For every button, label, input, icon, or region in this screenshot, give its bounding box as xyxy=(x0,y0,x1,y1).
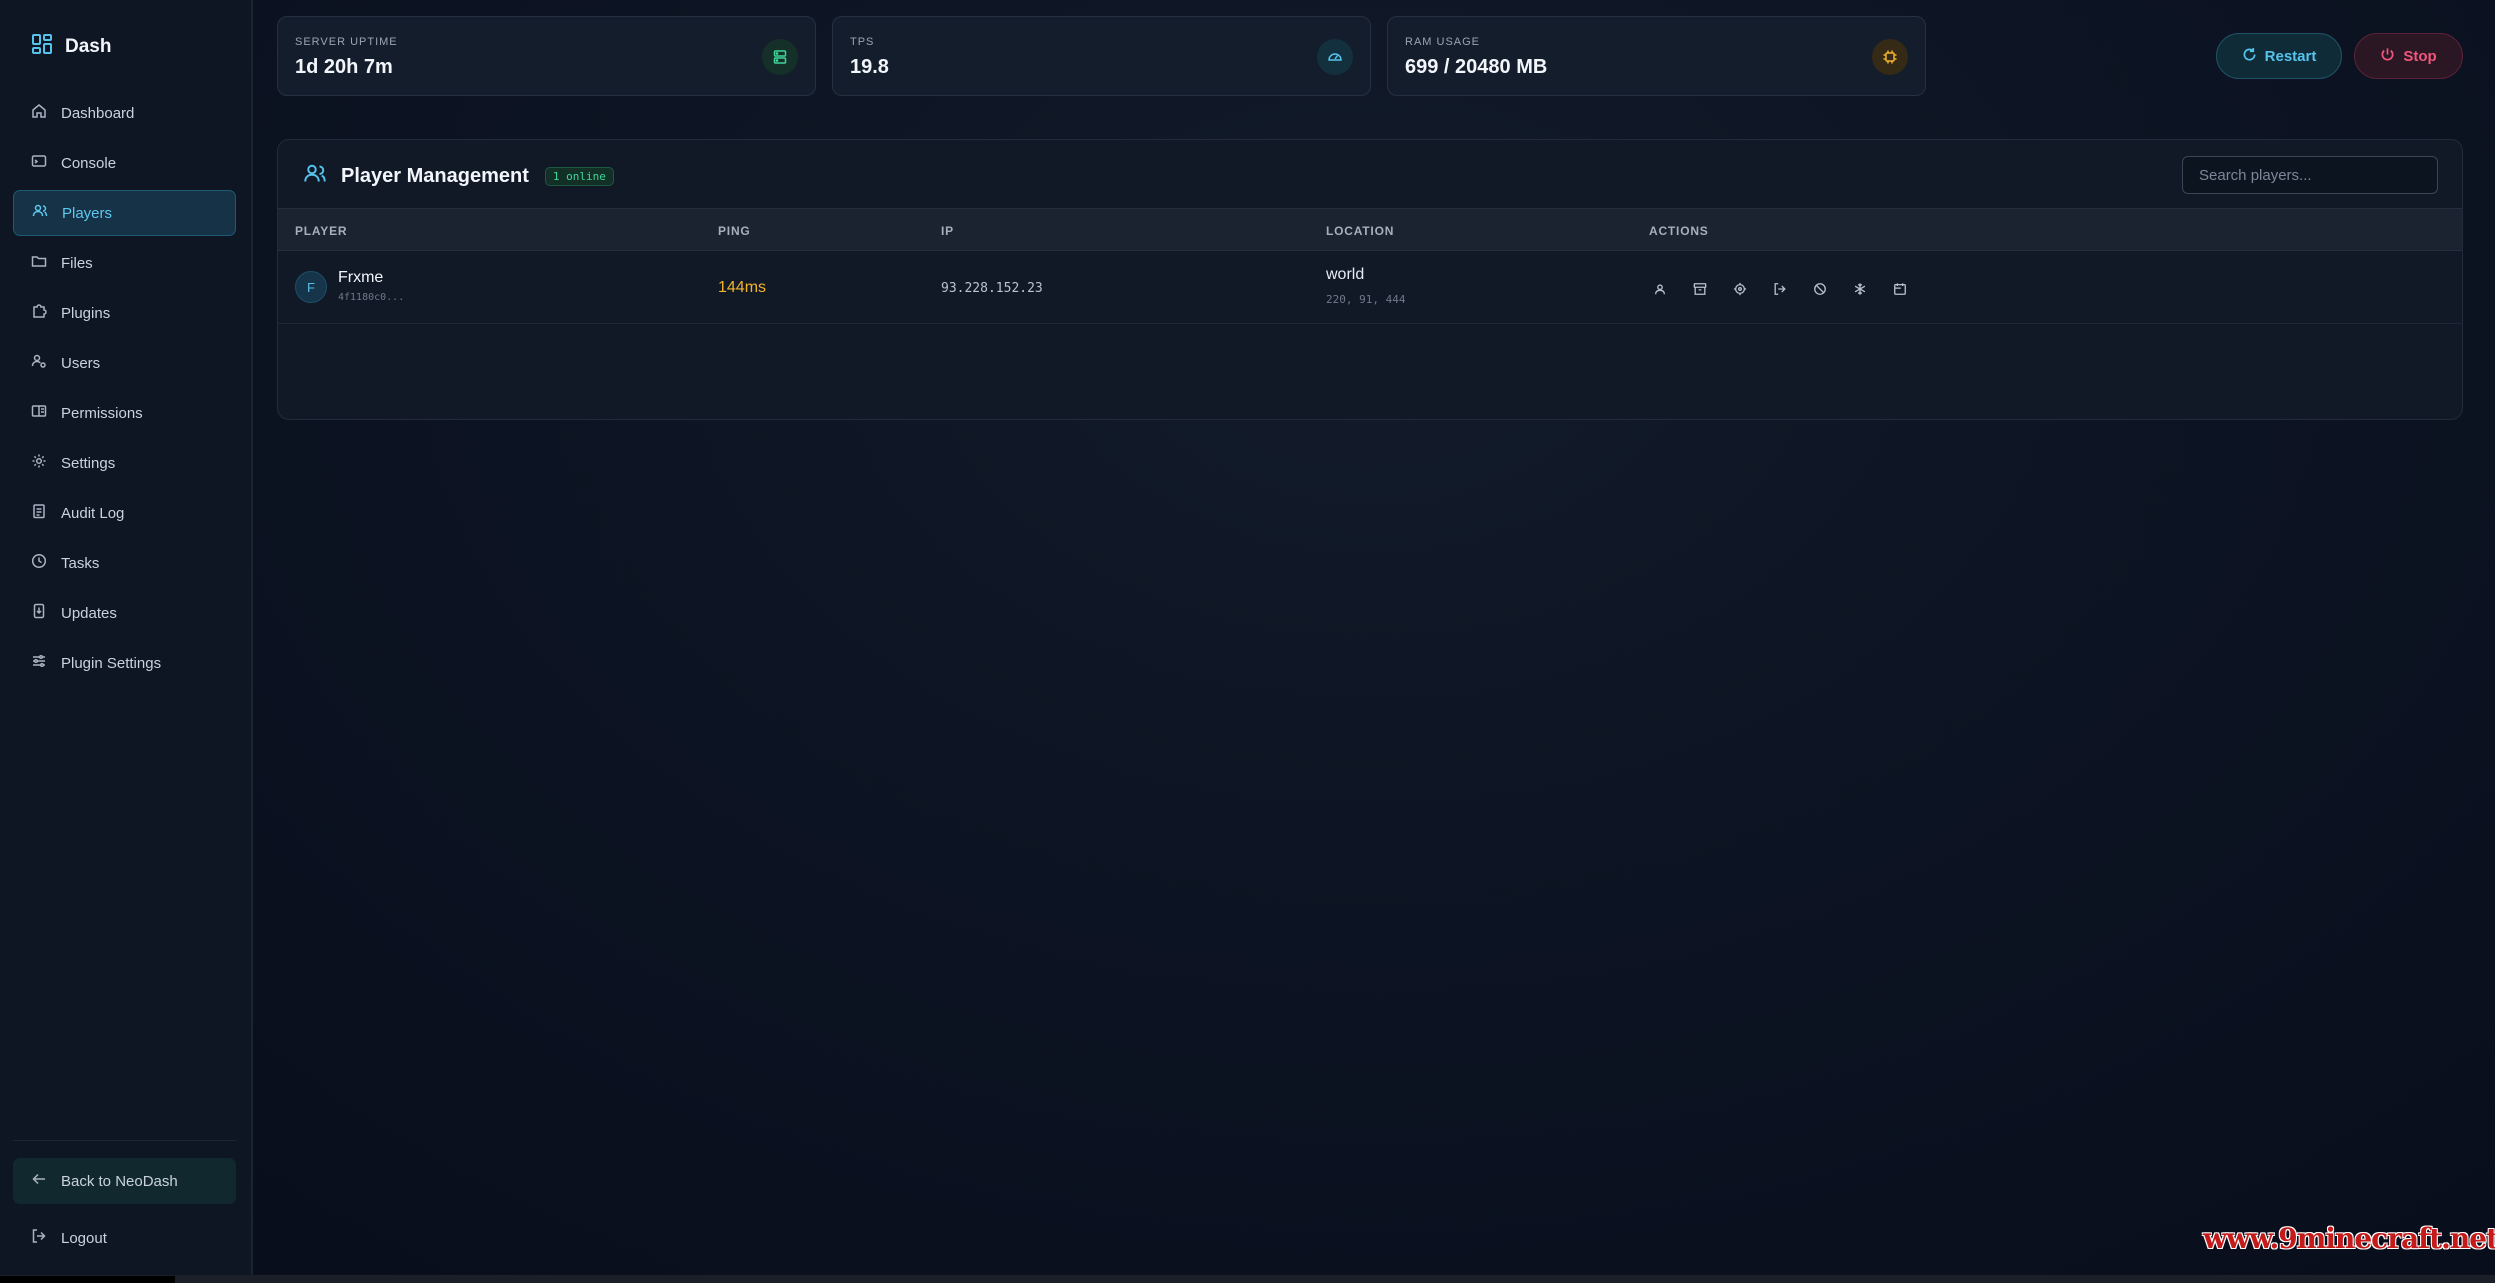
sidebar-item-label: Console xyxy=(61,154,117,172)
brand[interactable]: Dash xyxy=(31,33,111,60)
stop-label: Stop xyxy=(2403,47,2437,65)
panel-header: Player Management 1 online xyxy=(303,162,614,191)
column-header-ip: IP xyxy=(941,224,954,238)
row-actions xyxy=(1646,275,1914,303)
sidebar-item-plugins[interactable]: Plugins xyxy=(13,290,236,336)
restart-label: Restart xyxy=(2264,47,2317,65)
gear-icon xyxy=(31,453,47,473)
column-header-actions: ACTIONS xyxy=(1649,224,1709,238)
sidebar-item-audit-log[interactable]: Audit Log xyxy=(13,490,236,536)
teleport-icon[interactable] xyxy=(1726,275,1754,303)
panel-title: Player Management xyxy=(341,165,529,187)
refresh-icon xyxy=(2242,47,2257,66)
stat-label: SERVER UPTIME xyxy=(295,36,398,48)
sidebar-item-files[interactable]: Files xyxy=(13,240,236,286)
terminal-icon xyxy=(31,153,47,173)
sidebar-item-label: Dashboard xyxy=(61,104,135,122)
user-cog-icon xyxy=(31,353,47,373)
sidebar: Dash Dashboard Console Players Files Plu… xyxy=(0,0,253,1275)
sidebar-item-users[interactable]: Users xyxy=(13,340,236,386)
sidebar-nav: Dashboard Console Players Files Plugins … xyxy=(13,90,236,690)
player-management-panel: Player Management 1 online PLAYER PING I… xyxy=(277,139,2463,420)
player-name: Frxme xyxy=(338,269,384,286)
player-ping: 144ms xyxy=(718,279,767,296)
search-players-input[interactable] xyxy=(2182,156,2438,194)
gamemode-icon[interactable] xyxy=(1886,275,1914,303)
stat-value: 699 / 20480 MB xyxy=(1405,56,1548,78)
sidebar-item-tasks[interactable]: Tasks xyxy=(13,540,236,586)
cpu-icon xyxy=(1872,39,1908,75)
dashboard-grid-icon xyxy=(31,33,53,60)
avatar: F xyxy=(295,271,327,303)
horizontal-scrollbar[interactable] xyxy=(0,1276,175,1283)
online-count-badge: 1 online xyxy=(544,167,614,186)
profile-icon[interactable] xyxy=(1646,275,1674,303)
back-to-neodash-button[interactable]: Back to NeoDash xyxy=(13,1158,236,1204)
restart-button[interactable]: Restart xyxy=(2216,33,2342,79)
column-header-location: LOCATION xyxy=(1326,224,1395,238)
sidebar-item-label: Files xyxy=(61,254,93,272)
watermark: www.9minecraft.net xyxy=(2203,1222,2495,1255)
clipboard-icon xyxy=(31,503,47,523)
freeze-icon[interactable] xyxy=(1846,275,1874,303)
arrow-left-icon xyxy=(31,1171,47,1191)
sidebar-item-console[interactable]: Console xyxy=(13,140,236,186)
download-icon xyxy=(31,603,47,623)
users-icon xyxy=(32,203,48,223)
sidebar-item-label: Plugins xyxy=(61,304,111,322)
power-icon xyxy=(2380,47,2395,66)
player-ip: 93.228.152.23 xyxy=(941,281,1043,296)
sidebar-item-label: Updates xyxy=(61,604,117,622)
sidebar-item-label: Players xyxy=(62,204,113,222)
table-header: PLAYER PING IP LOCATION ACTIONS xyxy=(278,208,2462,251)
folder-icon xyxy=(31,253,47,273)
kick-icon[interactable] xyxy=(1766,275,1794,303)
logout-label: Logout xyxy=(61,1229,107,1247)
puzzle-icon xyxy=(31,303,47,323)
player-uuid: 4f1180c0... xyxy=(338,292,405,303)
sidebar-item-label: Plugin Settings xyxy=(61,654,162,672)
sidebar-item-label: Audit Log xyxy=(61,504,125,522)
logout-icon xyxy=(31,1228,47,1248)
sidebar-item-label: Users xyxy=(61,354,101,372)
table-row[interactable]: F Frxme 4f1180c0... 144ms 93.228.152.23 … xyxy=(278,250,2462,324)
player-coords: 220, 91, 444 xyxy=(1326,293,1406,306)
home-icon xyxy=(31,103,47,123)
sidebar-item-label: Tasks xyxy=(61,554,100,572)
sidebar-item-permissions[interactable]: Permissions xyxy=(13,390,236,436)
clock-icon xyxy=(31,553,47,573)
stat-card-uptime: SERVER UPTIME 1d 20h 7m xyxy=(277,16,816,96)
sidebar-item-plugin-settings[interactable]: Plugin Settings xyxy=(13,640,236,686)
sidebar-item-updates[interactable]: Updates xyxy=(13,590,236,636)
column-header-ping: PING xyxy=(718,224,751,238)
users-icon xyxy=(303,162,327,191)
server-icon xyxy=(762,39,798,75)
back-label: Back to NeoDash xyxy=(61,1172,178,1190)
ban-icon[interactable] xyxy=(1806,275,1834,303)
sidebar-item-players[interactable]: Players xyxy=(13,190,236,236)
sidebar-divider xyxy=(13,1140,236,1141)
stop-button[interactable]: Stop xyxy=(2354,33,2463,79)
column-header-player: PLAYER xyxy=(295,224,348,238)
brand-title: Dash xyxy=(65,35,112,57)
logout-button[interactable]: Logout xyxy=(13,1215,236,1261)
gauge-icon xyxy=(1317,39,1353,75)
player-world: world xyxy=(1326,266,1365,283)
sliders-icon xyxy=(31,653,47,673)
stat-label: TPS xyxy=(850,36,875,48)
stat-value: 19.8 xyxy=(850,56,889,78)
inventory-icon[interactable] xyxy=(1686,275,1714,303)
sidebar-item-dashboard[interactable]: Dashboard xyxy=(13,90,236,136)
book-icon xyxy=(31,403,47,423)
stat-card-ram: RAM USAGE 699 / 20480 MB xyxy=(1387,16,1926,96)
stat-label: RAM USAGE xyxy=(1405,36,1481,48)
sidebar-item-settings[interactable]: Settings xyxy=(13,440,236,486)
stat-card-tps: TPS 19.8 xyxy=(832,16,1371,96)
sidebar-item-label: Settings xyxy=(61,454,116,472)
stat-value: 1d 20h 7m xyxy=(295,56,393,78)
bottom-bar xyxy=(0,1275,2495,1283)
sidebar-item-label: Permissions xyxy=(61,404,143,422)
